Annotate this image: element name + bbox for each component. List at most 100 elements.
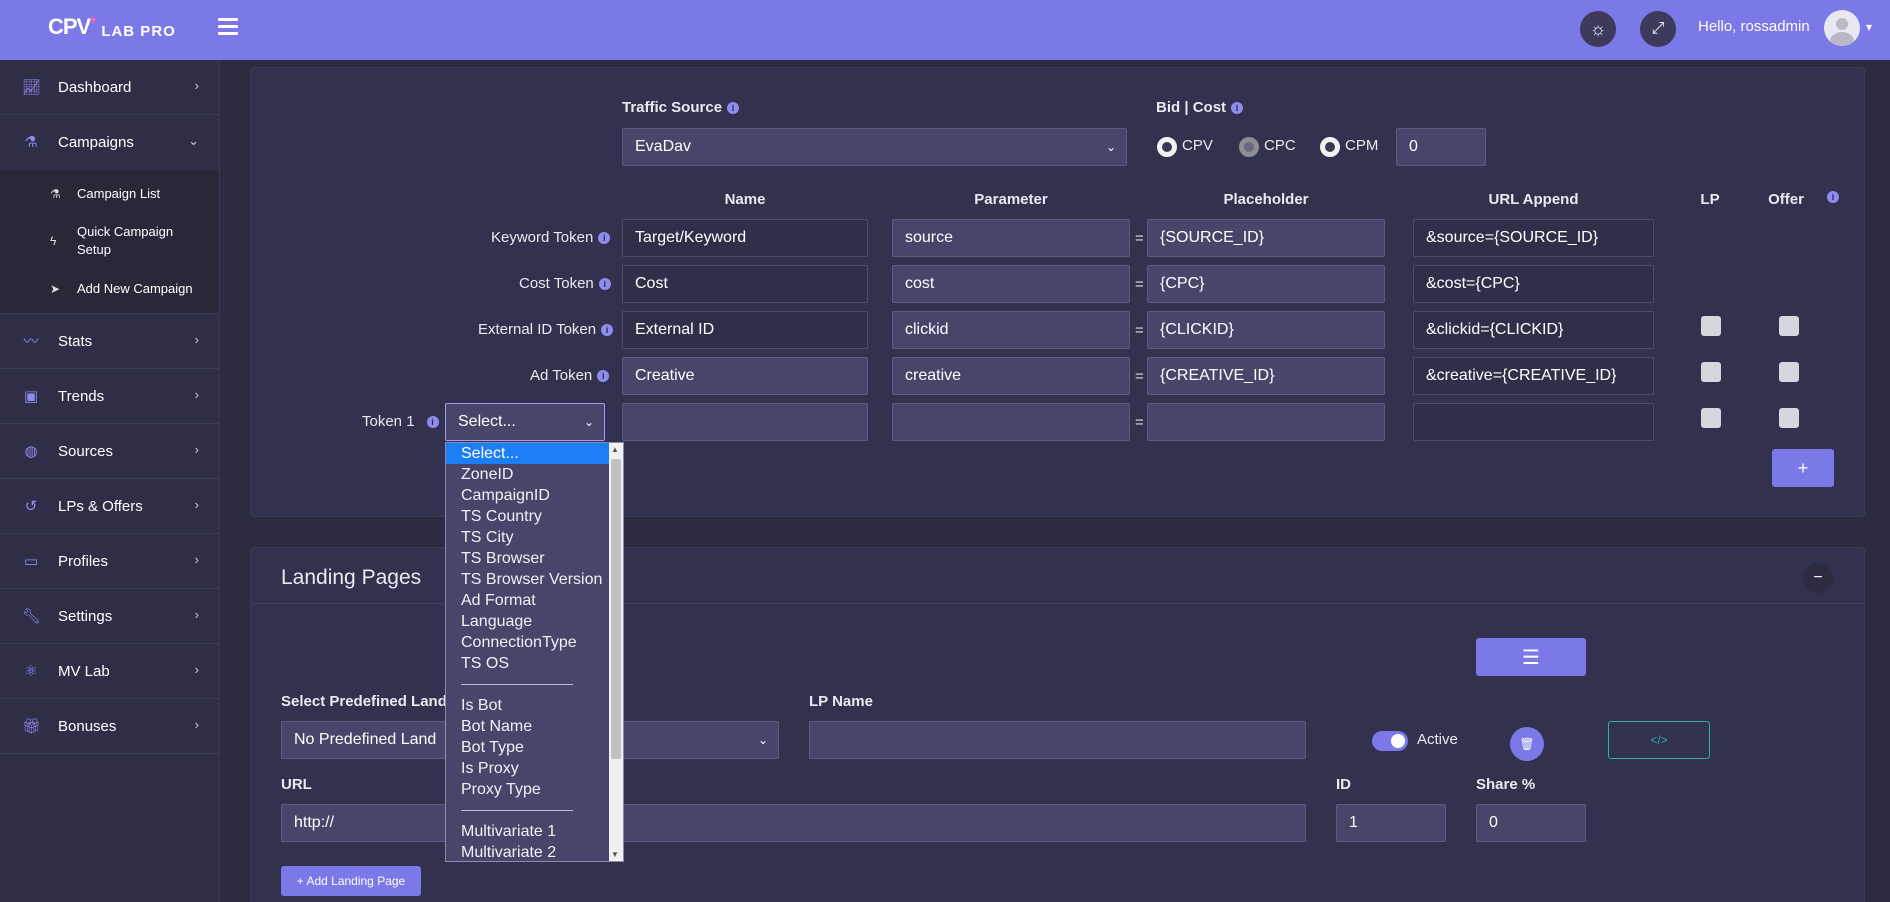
wrench-icon: 🔧︎	[22, 608, 42, 625]
sidebar-item-lps-offers[interactable]: ↺ LPs & Offers ›	[0, 479, 219, 534]
dropdown-option[interactable]: Multivariate 1	[446, 821, 623, 842]
trash-icon[interactable]: 🗑︎	[1510, 727, 1544, 761]
external-id-token-name-input[interactable]: External ID	[622, 311, 868, 349]
lp-name-input[interactable]	[809, 721, 1306, 759]
cost-token-url-append[interactable]: &cost={CPC}	[1413, 265, 1654, 303]
hamburger-icon[interactable]	[218, 18, 238, 38]
sidebar: 📈︎ Dashboard › ⚗ Campaigns ⌄ ⚗ Campaign List …	[0, 60, 220, 902]
cost-token-placeholder-input[interactable]: {CPC}	[1147, 265, 1385, 303]
ad-token-placeholder-input[interactable]: {CREATIVE_ID}	[1147, 357, 1385, 395]
token-1-select[interactable]: Select... ⌄	[445, 403, 605, 441]
keyword-token-name-input[interactable]: Target/Keyword	[622, 219, 868, 257]
dropdown-option[interactable]: TS City	[446, 527, 623, 548]
dropdown-option[interactable]: Multivariate 2	[446, 842, 623, 861]
sidebar-subitem-campaign-list[interactable]: ⚗ Campaign List	[0, 170, 219, 217]
dropdown-option[interactable]: Ad Format	[446, 590, 623, 611]
dropdown-option[interactable]: Bot Name	[446, 716, 623, 737]
sidebar-item-mv-lab[interactable]: ⚛ MV Lab ›	[0, 644, 219, 699]
token-1-url-append[interactable]	[1413, 403, 1654, 441]
reorder-icon[interactable]: ☰	[1476, 638, 1586, 676]
share-input[interactable]: 0	[1476, 804, 1586, 842]
col-lp-header: LP	[1700, 191, 1720, 208]
active-toggle[interactable]	[1372, 731, 1408, 751]
token-1-name-input[interactable]	[622, 403, 868, 441]
scroll-up-icon[interactable]: ▲	[611, 445, 619, 454]
flask-icon: ⚗	[24, 134, 38, 151]
dropdown-option[interactable]: TS Browser	[446, 548, 623, 569]
token-1-placeholder-input[interactable]	[1147, 403, 1385, 441]
radio-cpc[interactable]	[1239, 137, 1259, 157]
ad-token-offer-checkbox[interactable]	[1779, 362, 1799, 382]
traffic-source-select[interactable]: EvaDav ⌄	[622, 128, 1127, 166]
code-button[interactable]: </>	[1608, 721, 1710, 759]
sidebar-item-dashboard[interactable]: 📈︎ Dashboard ›	[0, 60, 219, 115]
keyword-token-parameter-input[interactable]: source	[892, 219, 1130, 257]
sidebar-item-bonuses[interactable]: 🎁︎ Bonuses ›	[0, 699, 219, 754]
token-1-lp-checkbox[interactable]	[1701, 408, 1721, 428]
dropdown-option[interactable]: Is Proxy	[446, 758, 623, 779]
token-1-offer-checkbox[interactable]	[1779, 408, 1799, 428]
gift-icon: 🎁︎	[22, 718, 42, 735]
dropdown-option[interactable]: TS Country	[446, 506, 623, 527]
ad-token-parameter-input[interactable]: creative	[892, 357, 1130, 395]
external-id-lp-checkbox[interactable]	[1701, 316, 1721, 336]
bid-value-input[interactable]: 0	[1396, 128, 1486, 166]
keyword-token-placeholder-input[interactable]: {SOURCE_ID}	[1147, 219, 1385, 257]
dropdown-option[interactable]: Language	[446, 611, 623, 632]
chevron-down-icon[interactable]: ▾	[1866, 20, 1872, 34]
dropdown-option[interactable]: CampaignID	[446, 485, 623, 506]
app-logo[interactable]: CPV✦LAB PRO	[48, 13, 176, 40]
url-input[interactable]: http://	[281, 804, 1306, 842]
ad-token-lp-checkbox[interactable]	[1701, 362, 1721, 382]
paper-plane-icon: ➤	[50, 282, 61, 296]
add-token-button[interactable]: +	[1772, 449, 1834, 487]
keyword-token-url-append[interactable]: &source={SOURCE_ID}	[1413, 219, 1654, 257]
collapse-button[interactable]: −	[1803, 563, 1833, 593]
keyword-token-label: Keyword Token i	[491, 229, 611, 246]
user-avatar-icon[interactable]	[1824, 10, 1860, 46]
dropdown-option[interactable]: Proxy Type	[446, 779, 623, 800]
cost-token-name-input[interactable]: Cost	[622, 265, 868, 303]
external-id-token-placeholder-input[interactable]: {CLICKID}	[1147, 311, 1385, 349]
sidebar-subitem-quick-campaign-setup[interactable]: ϟ Quick Campaign Setup	[0, 217, 200, 265]
dropdown-option[interactable]: TS Browser Version	[446, 569, 623, 590]
cost-token-parameter-input[interactable]: cost	[892, 265, 1130, 303]
token-1-parameter-input[interactable]	[892, 403, 1130, 441]
ad-token-name-input[interactable]: Creative	[622, 357, 868, 395]
dropdown-option[interactable]: Is Bot	[446, 695, 623, 716]
radio-cpv[interactable]	[1157, 137, 1177, 157]
sidebar-item-campaigns[interactable]: ⚗ Campaigns ⌄	[0, 115, 219, 170]
info-icon: i	[598, 232, 611, 244]
ad-token-url-append[interactable]: &creative={CREATIVE_ID}	[1413, 357, 1654, 395]
dropdown-option[interactable]: Bot Type	[446, 737, 623, 758]
dropdown-option[interactable]: Select...	[446, 443, 623, 464]
external-id-offer-checkbox[interactable]	[1779, 316, 1799, 336]
add-landing-page-button[interactable]: + Add Landing Page	[281, 866, 421, 896]
sidebar-subitem-add-new-campaign[interactable]: ➤ Add New Campaign	[0, 265, 219, 313]
radio-cpm[interactable]	[1320, 137, 1340, 157]
col-url-append-header: URL Append	[1488, 191, 1579, 208]
sidebar-item-profiles[interactable]: ▭ Profiles ›	[0, 534, 219, 589]
bid-cost-label: Bid | Cost i	[1156, 99, 1244, 116]
expand-icon[interactable]: ⤢	[1640, 11, 1676, 47]
atom-icon: ⚛	[24, 663, 38, 680]
user-greeting[interactable]: Hello, rossadmin	[1698, 18, 1810, 35]
sun-icon[interactable]: ☼	[1580, 11, 1616, 47]
chevron-down-icon: ⌄	[583, 415, 594, 429]
scroll-down-icon[interactable]: ▼	[611, 850, 619, 859]
dropdown-option[interactable]: TS OS	[446, 653, 623, 674]
sidebar-item-settings[interactable]: 🔧︎ Settings ›	[0, 589, 219, 644]
landing-pages-title: Landing Pages	[281, 566, 422, 589]
top-navbar: CPV✦LAB PRO ☼ ⤢ Hello, rossadmin ▾	[0, 0, 1890, 60]
dropdown-option[interactable]: ZoneID	[446, 464, 623, 485]
dropdown-option[interactable]: ConnectionType	[446, 632, 623, 653]
id-input[interactable]: 1	[1336, 804, 1446, 842]
col-name-header: Name	[724, 191, 766, 208]
sidebar-item-sources[interactable]: ◍ Sources ›	[0, 424, 219, 479]
col-parameter-header: Parameter	[974, 191, 1048, 208]
dropdown-scrollbar[interactable]: ▲ ▼	[609, 443, 623, 861]
sidebar-item-stats[interactable]: 〰 Stats ›	[0, 314, 219, 369]
sidebar-item-trends[interactable]: ▣ Trends ›	[0, 369, 219, 424]
external-id-token-url-append[interactable]: &clickid={CLICKID}	[1413, 311, 1654, 349]
external-id-token-parameter-input[interactable]: clickid	[892, 311, 1130, 349]
